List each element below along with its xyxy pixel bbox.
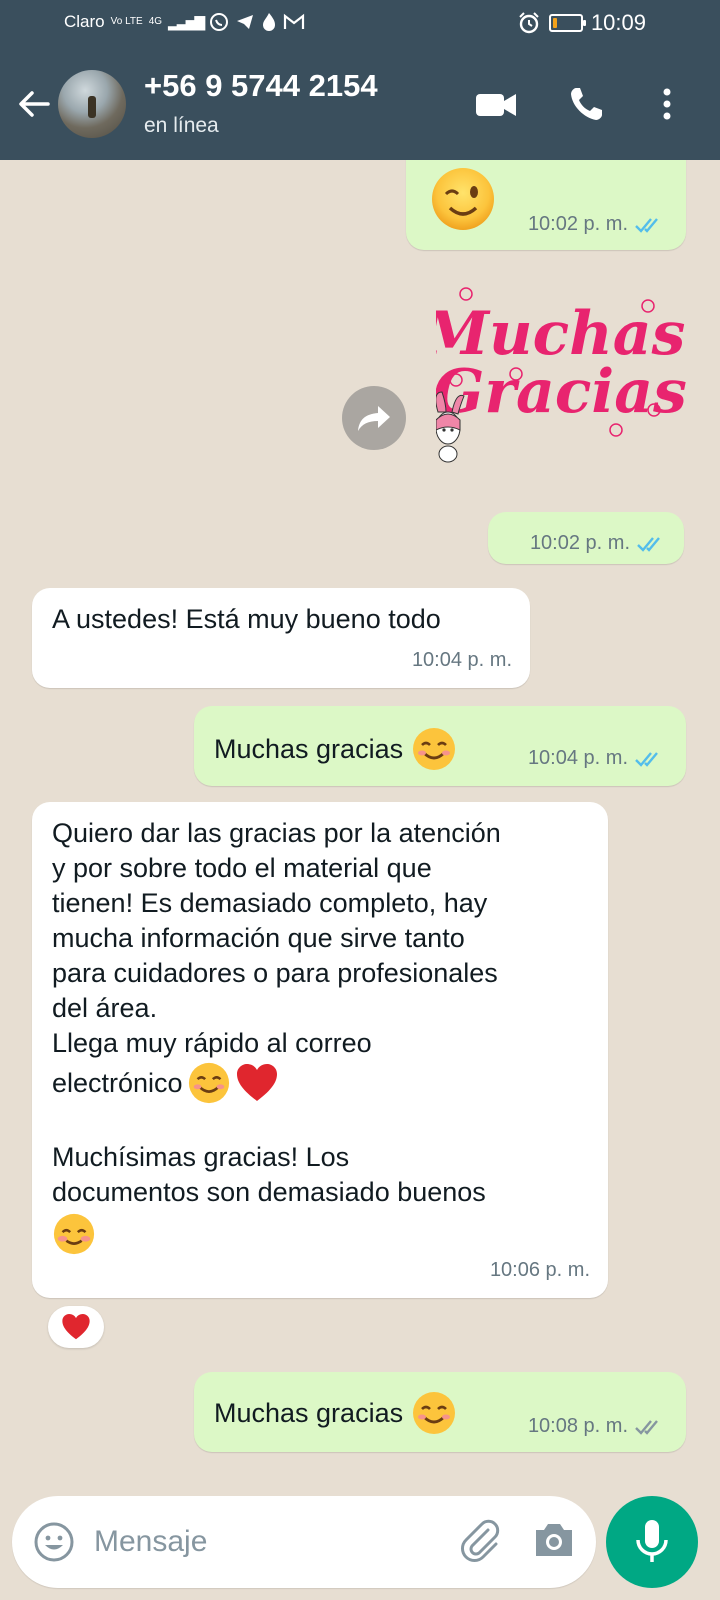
message-bubble-outgoing[interactable]: Muchas gracias 10:04 p. m. xyxy=(194,706,686,786)
message-time: 10:06 p. m. xyxy=(489,1259,590,1281)
battery-icon xyxy=(548,14,586,32)
message-line: Quiero dar las gracias por la atención xyxy=(52,818,501,848)
message-text-row: Muchas gracias xyxy=(214,1390,457,1436)
message-line: para cuidadores o para profesionales xyxy=(52,958,498,988)
message-meta: 10:02 p. m. xyxy=(530,526,666,561)
voice-record-button[interactable] xyxy=(606,1496,698,1588)
status-right: 10:09 xyxy=(517,10,646,36)
flame-notification-icon xyxy=(263,13,276,31)
message-time: 10:02 p. m. xyxy=(527,213,628,235)
voice-call-icon[interactable] xyxy=(566,84,610,124)
message-line: mucha información que sirve tanto xyxy=(52,923,465,953)
message-bubble-outgoing[interactable]: Muchas gracias 10:08 p. m. xyxy=(194,1372,686,1452)
message-time: 10:04 p. m. xyxy=(527,747,628,769)
message-meta: 10:08 p. m. xyxy=(528,1409,664,1444)
message-line: documentos son demasiado buenos xyxy=(52,1177,486,1207)
contact-name[interactable]: +56 9 5744 2154 xyxy=(144,68,378,104)
camera-icon[interactable] xyxy=(532,1520,576,1560)
read-ticks-icon xyxy=(635,217,658,233)
signal-icon: ▂▃▅▇ xyxy=(168,13,205,30)
chat-area[interactable]: 10:02 p. m. Muchas Gracias 10:02 p. m. A… xyxy=(0,160,720,1492)
sticker-graphic: Muchas Gracias xyxy=(421,287,687,463)
message-meta: 10:06 p. m. xyxy=(490,1253,590,1288)
message-text: Muchas gracias xyxy=(214,1397,404,1428)
contact-avatar[interactable] xyxy=(58,70,126,138)
sticker-line2: Gracias xyxy=(436,357,686,427)
message-text: A ustedes! Está muy bueno todo xyxy=(52,604,441,634)
red-heart-emoji xyxy=(236,1064,277,1101)
smiling-blush-emoji xyxy=(53,1213,95,1255)
read-ticks-icon xyxy=(635,751,658,767)
delivered-ticks-icon xyxy=(635,1419,658,1435)
message-text-row: Muchas gracias xyxy=(214,726,457,772)
message-line: tienen! Es demasiado completo, hay xyxy=(52,888,488,918)
telegram-notification-icon xyxy=(237,15,254,29)
message-line xyxy=(52,1105,592,1140)
microphone-icon xyxy=(636,1520,668,1562)
message-line: Muchísimas gracias! Los xyxy=(52,1142,350,1172)
video-call-icon[interactable] xyxy=(474,84,518,124)
whatsapp-notification-icon xyxy=(210,13,229,31)
read-ticks-icon xyxy=(637,536,660,552)
message-line-with-emoji: electrónico xyxy=(52,1061,592,1105)
message-line: del área. xyxy=(52,993,158,1023)
message-input[interactable] xyxy=(94,1520,434,1564)
contact-status: en línea xyxy=(144,114,219,137)
back-arrow-icon[interactable] xyxy=(14,84,54,124)
alarm-icon xyxy=(519,12,539,34)
message-text-block: Quiero dar las gracias por la atención y… xyxy=(52,816,592,1265)
volte-label: Vo LTE xyxy=(110,16,143,27)
message-bubble-incoming[interactable]: Quiero dar las gracias por la atención y… xyxy=(32,802,608,1298)
message-meta: 10:04 p. m. xyxy=(528,741,664,776)
status-bar: Claro Vo LTE 4G ▂▃▅▇ 10:09 xyxy=(0,0,720,48)
attachment-icon[interactable] xyxy=(458,1518,504,1564)
message-time: 10:04 p. m. xyxy=(411,649,512,671)
message-reaction[interactable] xyxy=(48,1306,104,1348)
message-line: y por sobre todo el material que xyxy=(52,853,432,883)
message-composer xyxy=(12,1496,596,1588)
status-time: 10:09 xyxy=(590,10,646,35)
smiling-face-emoji xyxy=(413,1392,456,1434)
message-meta: 10:02 p. m. xyxy=(528,207,664,242)
message-bubble-outgoing[interactable]: 10:02 p. m. xyxy=(488,512,684,564)
wink-face-emoji xyxy=(432,168,494,230)
message-bubble-outgoing[interactable]: 10:02 p. m. xyxy=(406,160,686,250)
forward-arrow-icon xyxy=(358,406,390,431)
muchas-gracias-sticker[interactable]: Muchas Gracias xyxy=(421,280,687,470)
forward-button[interactable] xyxy=(342,386,406,450)
red-heart-icon xyxy=(62,1314,90,1340)
message-meta: 10:04 p. m. xyxy=(412,643,512,678)
network-label: 4G xyxy=(148,16,163,27)
smiling-face-emoji xyxy=(413,728,456,770)
message-bubble-incoming[interactable]: A ustedes! Está muy bueno todo 10:04 p. … xyxy=(32,588,530,688)
message-time: 10:02 p. m. xyxy=(529,532,630,554)
gmail-notification-icon xyxy=(284,13,305,29)
more-options-icon[interactable] xyxy=(652,84,682,124)
emoji-picker-icon[interactable] xyxy=(32,1520,76,1564)
message-text: Muchas gracias xyxy=(214,733,404,764)
message-line: electrónico xyxy=(52,1067,183,1098)
carrier-label: Claro xyxy=(64,12,105,31)
chat-header: +56 9 5744 2154 en línea xyxy=(0,48,720,160)
message-line: Llega muy rápido al correo xyxy=(52,1028,372,1058)
message-time: 10:08 p. m. xyxy=(527,1415,628,1437)
smiling-face-emoji xyxy=(188,1062,229,1104)
status-left: Claro Vo LTE 4G ▂▃▅▇ xyxy=(64,12,305,32)
